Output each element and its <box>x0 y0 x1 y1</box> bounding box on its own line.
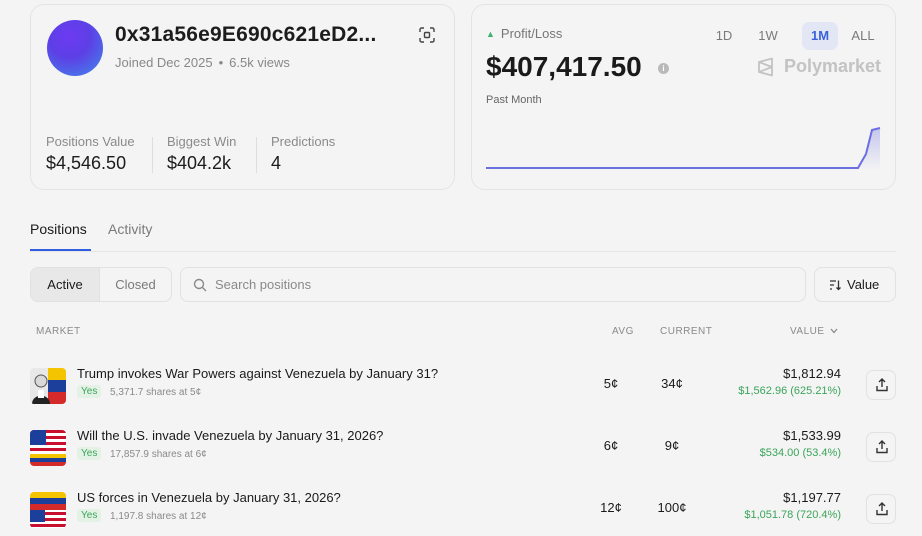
status-toggle: Active Closed <box>30 267 172 302</box>
us-venezuela-flags-image <box>30 430 66 466</box>
sort-button[interactable]: Value <box>814 267 896 302</box>
sparkline-line <box>486 127 881 169</box>
range-1w[interactable]: 1W <box>752 22 784 50</box>
outcome-badge: Yes <box>77 447 102 460</box>
share-button[interactable] <box>866 494 896 524</box>
shares-info: 17,857.9 shares at 6¢ <box>110 449 207 460</box>
stat-positions-value: Positions Value $4,546.50 <box>46 134 135 174</box>
stat-predictions: Predictions 4 <box>271 134 335 174</box>
current-price: 100¢ <box>657 500 687 515</box>
filter-active-button[interactable]: Active <box>31 268 99 301</box>
tab-divider <box>30 251 896 252</box>
sort-icon <box>830 280 841 291</box>
position-gain: $534.00 (53.4%) <box>759 447 841 459</box>
market-thumbnail <box>30 430 66 466</box>
stat-label: Positions Value <box>46 134 135 149</box>
share-icon <box>876 440 888 454</box>
table-row[interactable]: Will the U.S. invade Venezuela by Januar… <box>30 422 896 474</box>
table-row[interactable]: Trump invokes War Powers against Venezue… <box>30 360 896 412</box>
stat-biggest-win: Biggest Win $404.2k <box>167 134 236 174</box>
view-count: 6.5k views <box>229 55 290 70</box>
range-1m[interactable]: 1M <box>802 22 838 50</box>
brand-name: Polymarket <box>784 56 882 76</box>
divider <box>256 137 257 173</box>
profile-meta: Joined Dec 2025 • 6.5k views <box>115 55 290 70</box>
venezuela-us-flags-image <box>30 492 66 528</box>
position-gain: $1,562.96 (625.21%) <box>738 385 841 397</box>
avatar[interactable] <box>47 20 103 76</box>
pnl-period: Past Month <box>486 94 542 106</box>
divider <box>152 137 153 173</box>
market-thumbnail <box>30 492 66 528</box>
market-thumbnail <box>30 368 66 404</box>
info-icon[interactable]: i <box>658 63 669 74</box>
share-icon <box>876 378 888 392</box>
position-value: $1,197.77 <box>783 490 841 505</box>
pnl-label-text: Profit/Loss <box>500 26 563 41</box>
separator-dot: • <box>218 55 224 70</box>
up-triangle-icon: ▲ <box>486 29 495 39</box>
stat-label: Biggest Win <box>167 134 237 149</box>
pnl-sparkline <box>486 127 881 170</box>
shares-info: 1,197.8 shares at 12¢ <box>110 511 207 522</box>
search-icon <box>193 278 207 292</box>
range-all[interactable]: ALL <box>848 22 878 50</box>
sort-label: Value <box>847 277 880 292</box>
trump-venezuela-image <box>30 368 66 404</box>
chevron-down-icon <box>830 328 838 334</box>
avg-price: 5¢ <box>603 376 619 391</box>
tab-activity[interactable]: Activity <box>108 221 152 237</box>
tab-active-indicator <box>30 249 91 251</box>
stat-label: Predictions <box>271 134 336 149</box>
market-title[interactable]: US forces in Venezuela by January 31, 20… <box>77 490 341 505</box>
header-current: CURRENT <box>660 326 713 337</box>
range-1d[interactable]: 1D <box>712 22 736 50</box>
current-price: 34¢ <box>661 376 683 391</box>
filter-closed-button[interactable]: Closed <box>99 268 171 301</box>
stat-value: $404.2k <box>167 153 232 173</box>
joined-date: Joined Dec 2025 <box>115 55 213 70</box>
header-avg: AVG <box>612 326 634 337</box>
scan-icon[interactable] <box>419 27 435 43</box>
profit-loss-card: ▲ Profit/Loss $407,417.50 i Past Month 1D… <box>471 4 896 190</box>
tab-positions[interactable]: Positions <box>30 221 87 237</box>
share-icon <box>876 502 888 516</box>
search-input[interactable] <box>215 268 795 301</box>
avg-price: 6¢ <box>603 438 619 453</box>
outcome-badge: Yes <box>77 385 102 398</box>
pnl-value: $407,417.50 <box>486 51 642 82</box>
stat-value: $4,546.50 <box>46 153 127 173</box>
table-row[interactable]: US forces in Venezuela by January 31, 20… <box>30 484 896 536</box>
position-value: $1,533.99 <box>783 428 841 443</box>
header-market: MARKET <box>36 326 81 337</box>
position-value: $1,812.94 <box>783 366 841 381</box>
profile-card: 0x31a56e9E690c621eD2... Joined Dec 2025 •… <box>30 4 455 190</box>
position-gain: $1,051.78 (720.4%) <box>744 509 841 521</box>
header-value-label: VALUE <box>790 326 825 337</box>
avg-price: 12¢ <box>600 500 622 515</box>
header-value[interactable]: VALUE <box>790 326 838 337</box>
share-button[interactable] <box>866 432 896 462</box>
current-price: 9¢ <box>664 438 680 453</box>
market-title[interactable]: Will the U.S. invade Venezuela by Januar… <box>77 428 383 443</box>
shares-info: 5,371.7 shares at 5¢ <box>110 387 202 398</box>
wallet-address: 0x31a56e9E690c621eD2... <box>115 23 377 46</box>
share-button[interactable] <box>866 370 896 400</box>
market-title[interactable]: Trump invokes War Powers against Venezue… <box>77 366 438 381</box>
outcome-badge: Yes <box>77 509 102 522</box>
search-box <box>180 267 806 302</box>
polymarket-icon <box>758 57 773 77</box>
pnl-label: ▲ Profit/Loss <box>486 26 562 41</box>
stat-value: 4 <box>271 153 282 173</box>
